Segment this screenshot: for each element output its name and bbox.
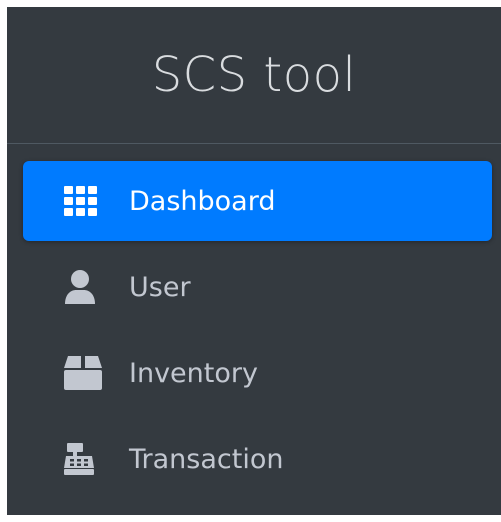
- grid-icon: [63, 181, 103, 221]
- sidebar-item-label: Dashboard: [129, 185, 276, 217]
- sidebar-nav: Dashboard User Inventory Transaction: [23, 161, 492, 505]
- app-title: SCS tool: [151, 47, 357, 103]
- sidebar-item-user[interactable]: User: [23, 247, 492, 327]
- sidebar-item-label: User: [129, 271, 191, 303]
- sidebar: SCS tool Dashboard User Inventory Transa…: [7, 7, 501, 515]
- sidebar-item-transaction[interactable]: Transaction: [23, 419, 492, 499]
- user-icon: [63, 267, 103, 307]
- sidebar-item-label: Inventory: [129, 357, 258, 389]
- cash-register-icon: [63, 439, 103, 479]
- sidebar-item-inventory[interactable]: Inventory: [23, 333, 492, 413]
- box-icon: [63, 353, 103, 393]
- brand-header[interactable]: SCS tool: [7, 7, 501, 144]
- sidebar-item-dashboard[interactable]: Dashboard: [23, 161, 492, 241]
- sidebar-item-label: Transaction: [129, 443, 284, 475]
